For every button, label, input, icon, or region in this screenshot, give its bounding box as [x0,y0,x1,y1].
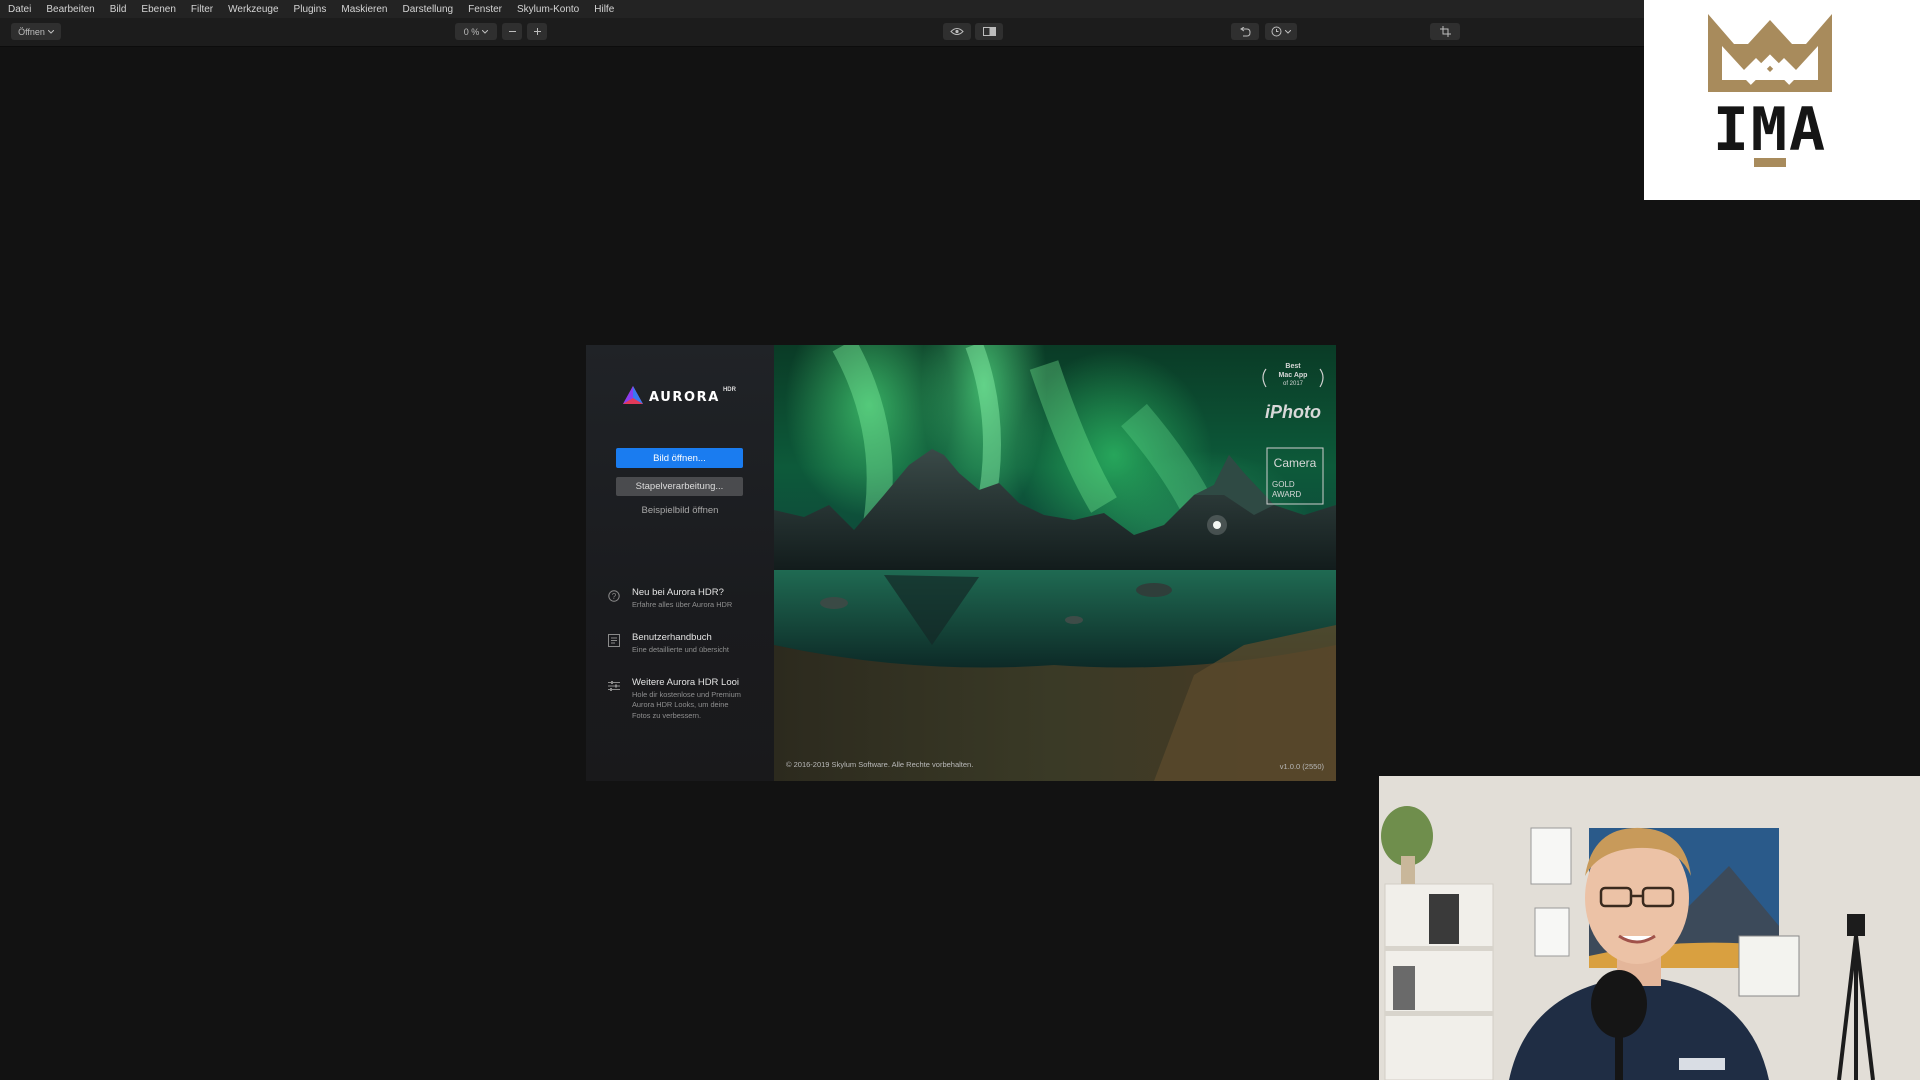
menu-plugins[interactable]: Plugins [286,4,334,15]
menu-maskieren[interactable]: Maskieren [333,4,394,15]
welcome-dialog: AURORA HDR Bild öffnen... Stapelverarbei… [586,345,1336,781]
info-item-title: Neu bei Aurora HDR? [632,587,724,598]
crop-icon [1439,26,1451,37]
info-item-desc: Hole dir kostenlose und Premium Aurora H… [632,690,741,720]
menu-hilfe[interactable]: Hilfe [586,4,621,15]
aurora-logo-icon [623,386,643,409]
zoom-in-button[interactable] [527,23,547,40]
menu-werkzeuge[interactable]: Werkzeuge [220,4,285,15]
sliders-icon [608,679,620,691]
version-text: v1.0.0 (2550) [1279,762,1324,771]
menu-bild[interactable]: Bild [102,4,134,15]
ima-logo-overlay: IMA [1644,0,1920,200]
clock-icon [1271,26,1282,37]
info-item-new-user[interactable]: ? Neu bei Aurora HDR? Erfahre alles über… [608,587,768,619]
award-gold-text: GOLD [1272,480,1295,489]
preview-toggle-button[interactable] [943,23,971,40]
menu-skylum-konto[interactable]: Skylum-Konto [509,4,586,15]
book-icon [608,634,620,647]
info-item-title: Weitere Aurora HDR Looi [632,677,740,688]
award-mac-app-text: Mac App [1279,372,1308,379]
copyright-text: © 2016-2019 Skylum Software. Alle Rechte… [786,760,974,769]
undo-icon [1239,26,1251,37]
award-best-text: Best [1285,363,1301,370]
info-item-manual[interactable]: Benutzerhandbuch Eine detaillierte und ü… [608,632,768,664]
open-dropdown-button[interactable]: Öffnen [11,23,61,40]
history-button[interactable] [1265,23,1297,40]
ima-logo-text: IMA [1713,95,1827,165]
menu-bearbeiten[interactable]: Bearbeiten [38,4,101,15]
menu-bar: Datei Bearbeiten Bild Ebenen Filter Werk… [0,0,1644,18]
webcam-overlay [1379,776,1920,1080]
chevron-down-icon [482,29,489,34]
zoom-select[interactable]: 0 % [455,23,497,40]
presenter-video-illustration [1379,776,1920,1080]
question-icon: ? [608,589,620,602]
zoom-value: 0 % [463,26,480,37]
camera-gold-award-badge: Camera GOLD AWARD [1266,447,1324,505]
splash-hero-image: Best Mac App of 2017 iPhoto Camera GOLD … [774,345,1336,781]
menu-datei[interactable]: Datei [0,4,38,15]
svg-text:?: ? [612,592,617,601]
crop-button[interactable] [1430,23,1460,40]
menu-darstellung[interactable]: Darstellung [395,4,461,15]
aurora-brand-hdr: HDR [722,387,736,393]
menu-ebenen[interactable]: Ebenen [133,4,182,15]
zoom-out-button[interactable] [502,23,522,40]
batch-processing-label: Stapelverarbeitung... [635,481,724,492]
aurora-landscape-illustration: Best Mac App of 2017 iPhoto Camera GOLD … [774,345,1336,781]
open-dropdown-label: Öffnen [18,26,45,37]
chevron-down-icon [47,29,54,34]
iphoto-badge: iPhoto [1265,402,1321,422]
plus-icon [533,27,542,36]
open-image-label: Bild öffnen... [653,452,706,464]
minus-icon [508,27,517,36]
award-camera-text: Camera [1274,456,1317,470]
open-image-button[interactable]: Bild öffnen... [616,448,743,468]
info-item-title: Benutzerhandbuch [632,632,712,643]
open-sample-image-link[interactable]: Beispielbild öffnen [586,505,774,516]
best-mac-app-badge: Best Mac App of 2017 [1262,363,1324,388]
aurora-brand: AURORA HDR [623,386,736,409]
award-award-text: AWARD [1272,490,1301,499]
award-year-text: of 2017 [1283,381,1304,387]
eye-icon [950,27,964,36]
info-item-desc: Erfahre alles über Aurora HDR [632,600,733,609]
batch-processing-button[interactable]: Stapelverarbeitung... [616,477,743,496]
compare-view-button[interactable] [975,23,1003,40]
info-item-looks[interactable]: Weitere Aurora HDR Looi Hole dir kostenl… [608,677,768,737]
welcome-sidebar: AURORA HDR Bild öffnen... Stapelverarbei… [586,345,774,781]
menu-fenster[interactable]: Fenster [460,4,509,15]
menu-filter[interactable]: Filter [183,4,220,15]
info-item-desc: Eine detaillierte und übersicht [632,645,729,654]
undo-button[interactable] [1231,23,1259,40]
toolbar: Öffnen 0 % [0,18,1644,47]
aurora-brand-name: AURORA [649,390,720,405]
ima-logo: IMA [1708,14,1832,167]
chevron-down-icon [1285,29,1291,34]
split-view-icon [982,27,996,36]
